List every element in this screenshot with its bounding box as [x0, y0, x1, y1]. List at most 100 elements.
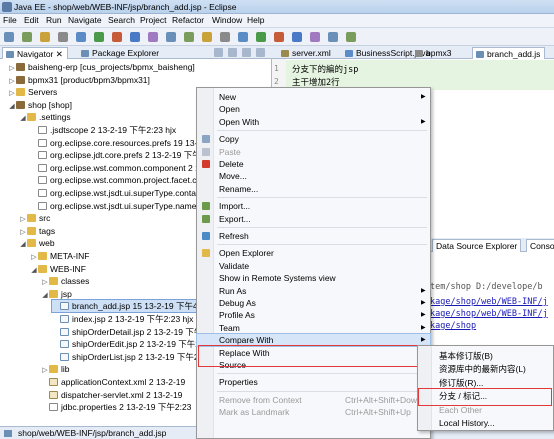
- menu-window[interactable]: Window: [212, 15, 242, 25]
- menu-item-remove-from-context[interactable]: Remove from Context Ctrl+Alt+Shift+Down: [197, 394, 430, 406]
- expand-toggle-icon[interactable]: ◢: [8, 101, 16, 113]
- tree-item[interactable]: ◢ WEB-INF: [30, 263, 86, 275]
- toolbar-button-icon[interactable]: [40, 32, 50, 42]
- tree-item[interactable]: org.eclipse.core.resources.prefs 19 13-2: [30, 137, 202, 149]
- tree-item[interactable]: dispatcher-servlet.xml 2 13-2-19: [41, 389, 182, 401]
- submenu-item[interactable]: Each Other: [418, 404, 553, 416]
- tree-item[interactable]: org.eclipse.wst.jsdt.ui.superType.name 2: [30, 200, 204, 212]
- menu-item-export[interactable]: Export...: [197, 213, 430, 225]
- menu-item-profile-as[interactable]: Profile As ▶: [197, 309, 430, 321]
- tree-item[interactable]: ▷ lib: [41, 363, 69, 375]
- tree-item[interactable]: ▷ src: [19, 212, 50, 224]
- console-link[interactable]: kage/shop/web/WEB-INF/j: [430, 297, 548, 307]
- menu-item-refresh[interactable]: Refresh: [197, 230, 430, 242]
- toolbar-button-icon[interactable]: [166, 32, 176, 42]
- toolbar-button-icon[interactable]: [346, 32, 356, 42]
- tree-item[interactable]: applicationContext.xml 2 13-2-19: [41, 376, 185, 388]
- tree-item[interactable]: ▷ tags: [19, 225, 55, 237]
- view-menu-icon[interactable]: [242, 48, 251, 57]
- menu-item-replace-with[interactable]: Replace With▶: [197, 347, 430, 359]
- tree-item[interactable]: ◢ .settings: [19, 111, 70, 125]
- menu-item-import[interactable]: Import...: [197, 200, 430, 212]
- tree-item[interactable]: org.eclipse.wst.common.project.facet.cor: [30, 174, 204, 186]
- toolbar-button-icon[interactable]: [202, 32, 212, 42]
- tree-item[interactable]: ▷ META-INF: [30, 250, 89, 262]
- toolbar-button-icon[interactable]: [328, 32, 338, 42]
- menu-run[interactable]: Run: [46, 15, 62, 25]
- menu-item-open-explorer[interactable]: Open Explorer: [197, 247, 430, 259]
- tree-item[interactable]: org.eclipse.jdt.core.prefs 2 13-2-19 下午: [30, 149, 201, 161]
- tree-item[interactable]: ▷ baisheng-erp [cus_projects/bpmx_baishen…: [8, 61, 195, 73]
- menu-item-new[interactable]: New ▶: [197, 91, 430, 103]
- tree-item[interactable]: branch_add.jsp 15 13-2-19 下午4:1: [51, 299, 206, 314]
- expand-toggle-icon[interactable]: ◢: [19, 239, 27, 251]
- expand-toggle-icon[interactable]: ◢: [30, 265, 38, 277]
- menu-item-debug-as[interactable]: Debug As ▶: [197, 297, 430, 309]
- menu-help[interactable]: Help: [247, 15, 264, 25]
- tree-item[interactable]: shipOrderDetail.jsp 2 13-2-19 下午: [52, 326, 202, 338]
- submenu-item[interactable]: 修订版(R)...: [418, 377, 553, 389]
- menu-item-rename[interactable]: Rename...: [197, 183, 430, 195]
- menu-search[interactable]: Search: [108, 15, 135, 25]
- console-link[interactable]: kage/shop/web/WEB-INF/j: [430, 309, 548, 319]
- submenu-item[interactable]: 资源库中的最新内容(L): [418, 363, 553, 375]
- tab-console[interactable]: Console: [526, 239, 554, 252]
- toolbar-button-icon[interactable]: [22, 32, 32, 42]
- menu-item-validate[interactable]: Validate: [197, 260, 430, 272]
- tab-data-source-explorer[interactable]: Data Source Explorer: [432, 239, 522, 252]
- tree-item[interactable]: ◢ web: [19, 237, 54, 251]
- tree-item[interactable]: ◢ shop [shop]: [8, 99, 72, 111]
- menu-project[interactable]: Project: [140, 15, 166, 25]
- toolbar-button-icon[interactable]: [76, 32, 86, 42]
- menu-item-compare-with[interactable]: Compare With ▶: [196, 333, 431, 348]
- toolbar-button-icon[interactable]: [274, 32, 284, 42]
- menu-item-show-in-remote-systems-view[interactable]: Show in Remote Systems view: [197, 272, 430, 284]
- tree-item[interactable]: shipOrderEdit.jsp 2 13-2-19 下午2:: [52, 338, 202, 350]
- code-line[interactable]: 分支下的編的jsp: [292, 63, 358, 75]
- menu-item-paste[interactable]: Paste: [197, 146, 430, 158]
- tree-item[interactable]: index.jsp 2 13-2-19 下午2:23 hjx: [52, 313, 193, 325]
- tab-navigator[interactable]: Navigator ✕: [2, 47, 68, 59]
- toolbar-button-icon[interactable]: [148, 32, 158, 42]
- menu-refactor[interactable]: Refactor: [172, 15, 204, 25]
- menu-item-open-with[interactable]: Open With ▶: [197, 116, 430, 128]
- editor-tab[interactable]: server.xml: [278, 47, 335, 59]
- toolbar-button-icon[interactable]: [292, 32, 302, 42]
- tree-item[interactable]: ▷ Servers: [8, 86, 57, 98]
- tree-item[interactable]: org.eclipse.wst.common.component 2 13-: [30, 162, 207, 174]
- toolbar-button-icon[interactable]: [4, 32, 14, 42]
- tree-item[interactable]: org.eclipse.wst.jsdt.ui.superType.contai…: [30, 187, 207, 199]
- editor-tab[interactable]: bpmx3: [412, 47, 456, 59]
- expand-toggle-icon[interactable]: ◢: [19, 113, 27, 125]
- minimize-icon[interactable]: [256, 48, 265, 57]
- toolbar-button-icon[interactable]: [58, 32, 68, 42]
- menu-item-source[interactable]: Source▶: [197, 359, 430, 371]
- toolbar-button-icon[interactable]: [94, 32, 104, 42]
- toolbar-button-icon[interactable]: [310, 32, 320, 42]
- toolbar-button-icon[interactable]: [130, 32, 140, 42]
- toolbar-button-icon[interactable]: [238, 32, 248, 42]
- console-link[interactable]: kage/shop: [430, 321, 476, 331]
- menu-item-open[interactable]: Open: [197, 103, 430, 115]
- submenu-item[interactable]: Local History...: [418, 417, 553, 429]
- menu-item-team[interactable]: Team ▶: [197, 322, 430, 334]
- menu-item-mark-as-landmark[interactable]: Mark as Landmark Ctrl+Alt+Shift+Up: [197, 406, 430, 418]
- link-editor-icon[interactable]: [228, 48, 237, 57]
- tab-package-explorer[interactable]: Package Explorer: [78, 47, 163, 59]
- menu-item-run-as[interactable]: Run As ▶: [197, 285, 430, 297]
- submenu-item[interactable]: 分支 / 标记...: [418, 390, 553, 402]
- tree-item[interactable]: .jsdtscope 2 13-2-19 下午2:23 hjx: [30, 124, 176, 136]
- expand-toggle-icon[interactable]: ◢: [41, 290, 49, 302]
- editor-tab[interactable]: branch_add.js: [472, 47, 546, 59]
- menu-item-move[interactable]: Move...: [197, 170, 430, 182]
- menu-file[interactable]: File: [3, 15, 17, 25]
- toolbar-button-icon[interactable]: [184, 32, 194, 42]
- toolbar-button-icon[interactable]: [256, 32, 266, 42]
- menu-item-delete[interactable]: Delete: [197, 158, 430, 170]
- tree-item[interactable]: ◢ jsp: [41, 288, 72, 300]
- submenu-item[interactable]: 基本修订版(B): [418, 350, 553, 362]
- collapse-all-icon[interactable]: [214, 48, 223, 57]
- menu-navigate[interactable]: Navigate: [68, 15, 102, 25]
- tree-item[interactable]: jdbc.properties 2 13-2-19 下午2:23: [41, 401, 191, 413]
- menu-item-properties[interactable]: Properties: [197, 376, 430, 388]
